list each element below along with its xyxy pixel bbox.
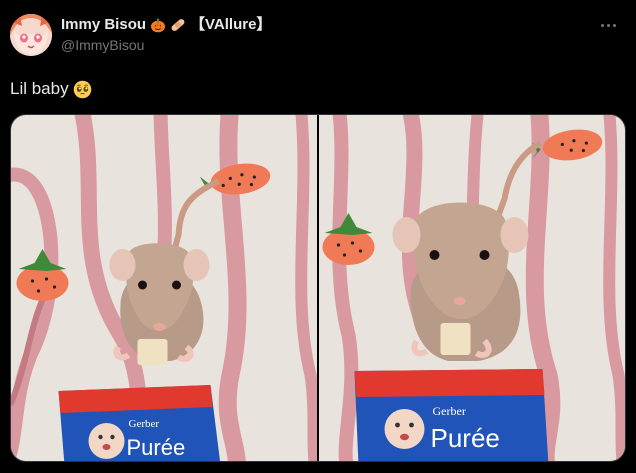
media-photo-1[interactable]: Gerber Purée [11,115,317,461]
package-brand: Gerber [433,404,466,418]
media-grid: Gerber Purée Gerber Purée [10,114,626,462]
pumpkin-icon [150,17,166,33]
tweet-text-content: Lil baby [10,79,69,98]
package-product: Purée [127,435,186,460]
pleading-face-icon [73,80,92,99]
package-brand: Gerber [129,418,160,430]
tweet-text: Lil baby [10,78,92,100]
more-options-icon[interactable] [594,16,622,34]
package-product: Purée [431,423,500,453]
author-header: Immy Bisou 【VAllure】 @ImmyBisou [61,16,271,54]
author-handle[interactable]: @ImmyBisou [61,36,271,54]
author-tag: 【VAllure】 [190,16,272,33]
author-display-name[interactable]: Immy Bisou [61,16,146,34]
media-photo-2[interactable]: Gerber Purée [319,115,625,461]
avatar[interactable] [10,14,52,56]
tweet: Immy Bisou 【VAllure】 @ImmyBisou Lil baby… [0,0,636,473]
bandage-icon [170,17,186,33]
